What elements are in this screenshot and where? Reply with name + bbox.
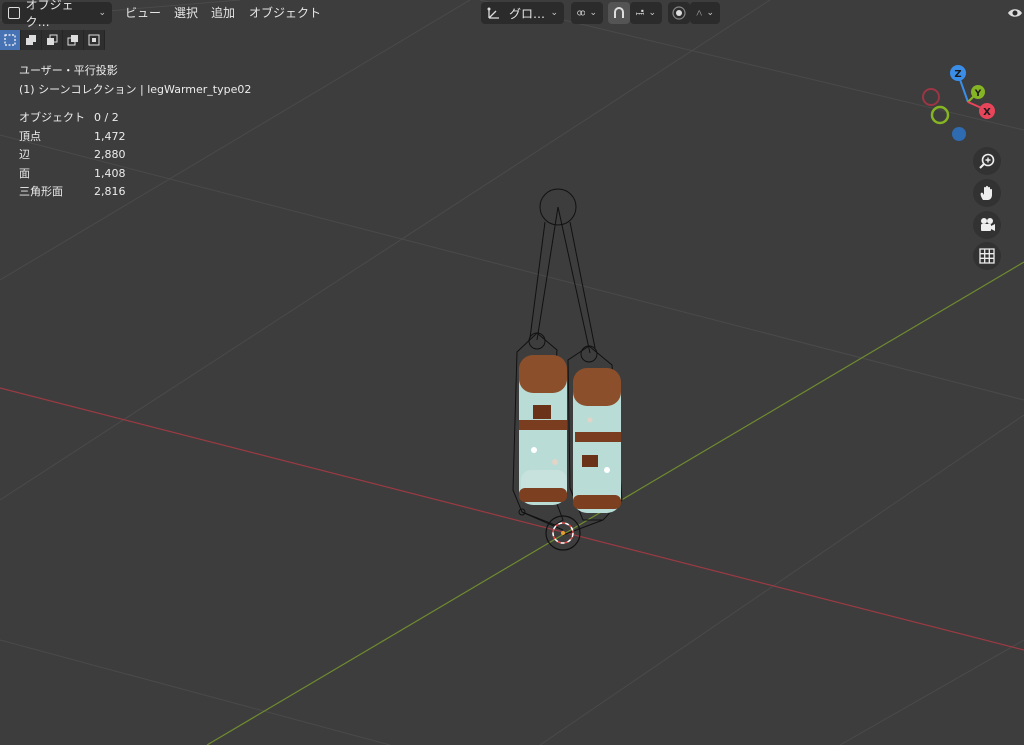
stat-value: 0 / 2 bbox=[94, 111, 119, 124]
grid-perspective-icon bbox=[979, 248, 995, 264]
select-intersect-icon bbox=[88, 34, 100, 46]
3d-cursor[interactable] bbox=[545, 515, 581, 551]
chevron-down-icon: ⌄ bbox=[706, 8, 714, 18]
zoom-button[interactable] bbox=[973, 147, 1001, 175]
stat-value: 2,816 bbox=[94, 185, 126, 198]
proportional-edit-toggle[interactable] bbox=[668, 2, 690, 24]
navigation-gizmo[interactable]: Z Y X bbox=[922, 65, 995, 141]
select-new-button[interactable] bbox=[0, 30, 21, 50]
menu-view[interactable]: ビュー bbox=[125, 4, 161, 22]
pan-button[interactable] bbox=[973, 179, 1001, 207]
chevron-down-icon: ⌄ bbox=[98, 8, 106, 18]
mode-dropdown[interactable]: オブジェク… ⌄ bbox=[2, 0, 112, 29]
select-intersect-button[interactable] bbox=[84, 30, 105, 50]
neg-z-axis-ball[interactable] bbox=[952, 127, 966, 141]
select-subtract-button[interactable] bbox=[42, 30, 63, 50]
viewport-header: オブジェク… ⌄ ビュー 選択 追加 オブジェクト グロ… ⌄ ⌄ ⌄ ⌄ bbox=[0, 0, 1024, 29]
select-extend-button[interactable] bbox=[21, 30, 42, 50]
stat-value: 1,472 bbox=[94, 129, 126, 143]
select-mode-group bbox=[0, 30, 105, 50]
x-axis-line bbox=[0, 387, 1024, 651]
menu-object[interactable]: オブジェクト bbox=[249, 4, 321, 22]
camera-view-button[interactable] bbox=[973, 211, 1001, 239]
stat-value: 2,880 bbox=[94, 148, 126, 161]
select-invert-icon bbox=[67, 35, 78, 46]
select-invert-button[interactable] bbox=[63, 30, 84, 50]
link-icon bbox=[577, 10, 586, 16]
stat-row: 頂点 1,472 bbox=[19, 128, 251, 147]
y-axis-label: Y bbox=[974, 89, 982, 99]
transform-orientation-icon bbox=[487, 7, 499, 19]
neg-y-axis-ball[interactable] bbox=[930, 105, 950, 125]
pivot-point-dropdown[interactable]: ⌄ bbox=[571, 2, 603, 24]
transform-orientation-dropdown[interactable]: グロ… ⌄ bbox=[481, 2, 564, 24]
falloff-dropdown[interactable]: ⌄ bbox=[690, 2, 720, 24]
leg-warmer-left[interactable] bbox=[519, 355, 567, 505]
perspective-toggle-button[interactable] bbox=[973, 242, 1001, 270]
snap-increment-icon bbox=[636, 9, 645, 16]
chevron-down-icon: ⌄ bbox=[550, 8, 558, 18]
snap-target-dropdown[interactable]: ⌄ bbox=[630, 2, 662, 24]
select-extend-icon bbox=[26, 35, 36, 45]
stat-row: 三角形面 2,816 bbox=[19, 183, 251, 202]
z-axis-label: Z bbox=[954, 69, 961, 80]
x-axis-label: X bbox=[983, 107, 991, 118]
transform-orientation-label: グロ… bbox=[509, 6, 546, 21]
viewport-icon bbox=[8, 7, 20, 19]
zoom-icon bbox=[979, 153, 995, 169]
chevron-down-icon: ⌄ bbox=[648, 8, 656, 18]
snap-toggle[interactable] bbox=[608, 2, 630, 24]
camera-icon bbox=[981, 218, 995, 231]
falloff-curve-icon bbox=[696, 10, 703, 16]
collection-name: (1) シーンコレクション | legWarmer_type02 bbox=[19, 82, 252, 96]
menu-select[interactable]: 選択 bbox=[174, 4, 198, 22]
proportional-edit-icon bbox=[672, 6, 686, 20]
view-name: ユーザー・平行投影 bbox=[19, 64, 118, 77]
stat-row: 面 1,408 bbox=[19, 165, 251, 184]
select-subtract-icon bbox=[47, 34, 58, 45]
stat-label: 辺 bbox=[19, 148, 30, 161]
magnet-icon bbox=[614, 7, 624, 18]
chevron-down-icon: ⌄ bbox=[589, 8, 597, 18]
3d-viewport[interactable]: Z Y X オブジェク… ⌄ ビュー 選択 追加 オブジェクト グロ… ⌄ ⌄ bbox=[0, 0, 1024, 745]
neg-x-axis-ball[interactable] bbox=[922, 88, 940, 106]
stat-label: オブジェクト bbox=[19, 111, 85, 124]
stat-label: 頂点 bbox=[19, 129, 41, 143]
stat-label: 三角形面 bbox=[19, 185, 63, 198]
viewport-overlay-text: ユーザー・平行投影 (1) シーンコレクション | legWarmer_type… bbox=[19, 62, 251, 202]
select-new-icon bbox=[4, 34, 16, 46]
stat-label: 面 bbox=[19, 166, 30, 180]
stat-row: 辺 2,880 bbox=[19, 146, 251, 165]
stat-row: オブジェクト 0 / 2 bbox=[19, 109, 251, 128]
menu-add[interactable]: 追加 bbox=[211, 4, 235, 22]
visibility-toggle[interactable] bbox=[1006, 2, 1024, 24]
leg-warmer-right[interactable] bbox=[573, 368, 621, 513]
eye-icon bbox=[1008, 9, 1022, 17]
pan-hand-icon bbox=[980, 185, 992, 200]
stat-value: 1,408 bbox=[94, 166, 126, 180]
mode-label: オブジェク… bbox=[25, 0, 74, 29]
